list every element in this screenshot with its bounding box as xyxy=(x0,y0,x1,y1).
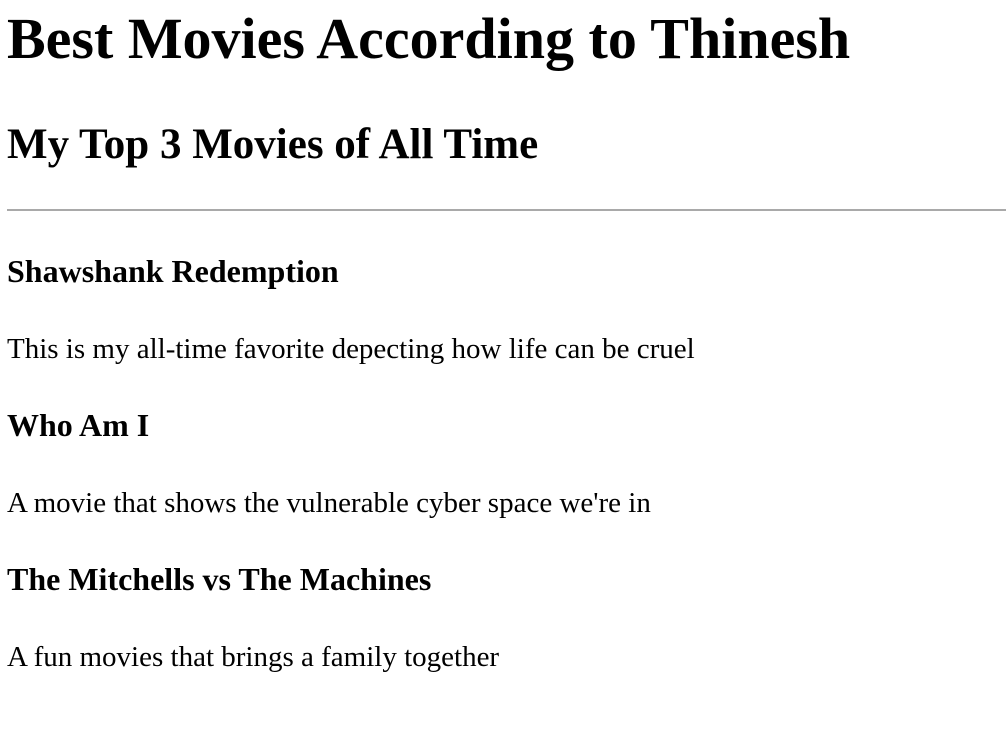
movie-title: Who Am I xyxy=(7,407,150,443)
movie-item: The Mitchells vs The Machines A fun movi… xyxy=(7,561,1006,674)
movie-description: A movie that shows the vulnerable cyber … xyxy=(7,487,651,519)
divider xyxy=(7,209,1006,211)
page-title: Best Movies According to Thinesh xyxy=(7,6,851,71)
movie-item: Who Am I A movie that shows the vulnerab… xyxy=(7,407,1006,520)
page-subtitle: My Top 3 Movies of All Time xyxy=(7,121,539,168)
movie-title: Shawshank Redemption xyxy=(7,253,339,289)
page-content: Best Movies According to Thinesh My Top … xyxy=(0,0,1006,674)
movie-description: A fun movies that brings a family togeth… xyxy=(7,641,500,673)
movie-list: Shawshank Redemption This is my all-time… xyxy=(7,253,1006,674)
movie-item: Shawshank Redemption This is my all-time… xyxy=(7,253,1006,366)
movie-title: The Mitchells vs The Machines xyxy=(7,561,432,597)
movie-description: This is my all-time favorite depecting h… xyxy=(7,333,695,365)
